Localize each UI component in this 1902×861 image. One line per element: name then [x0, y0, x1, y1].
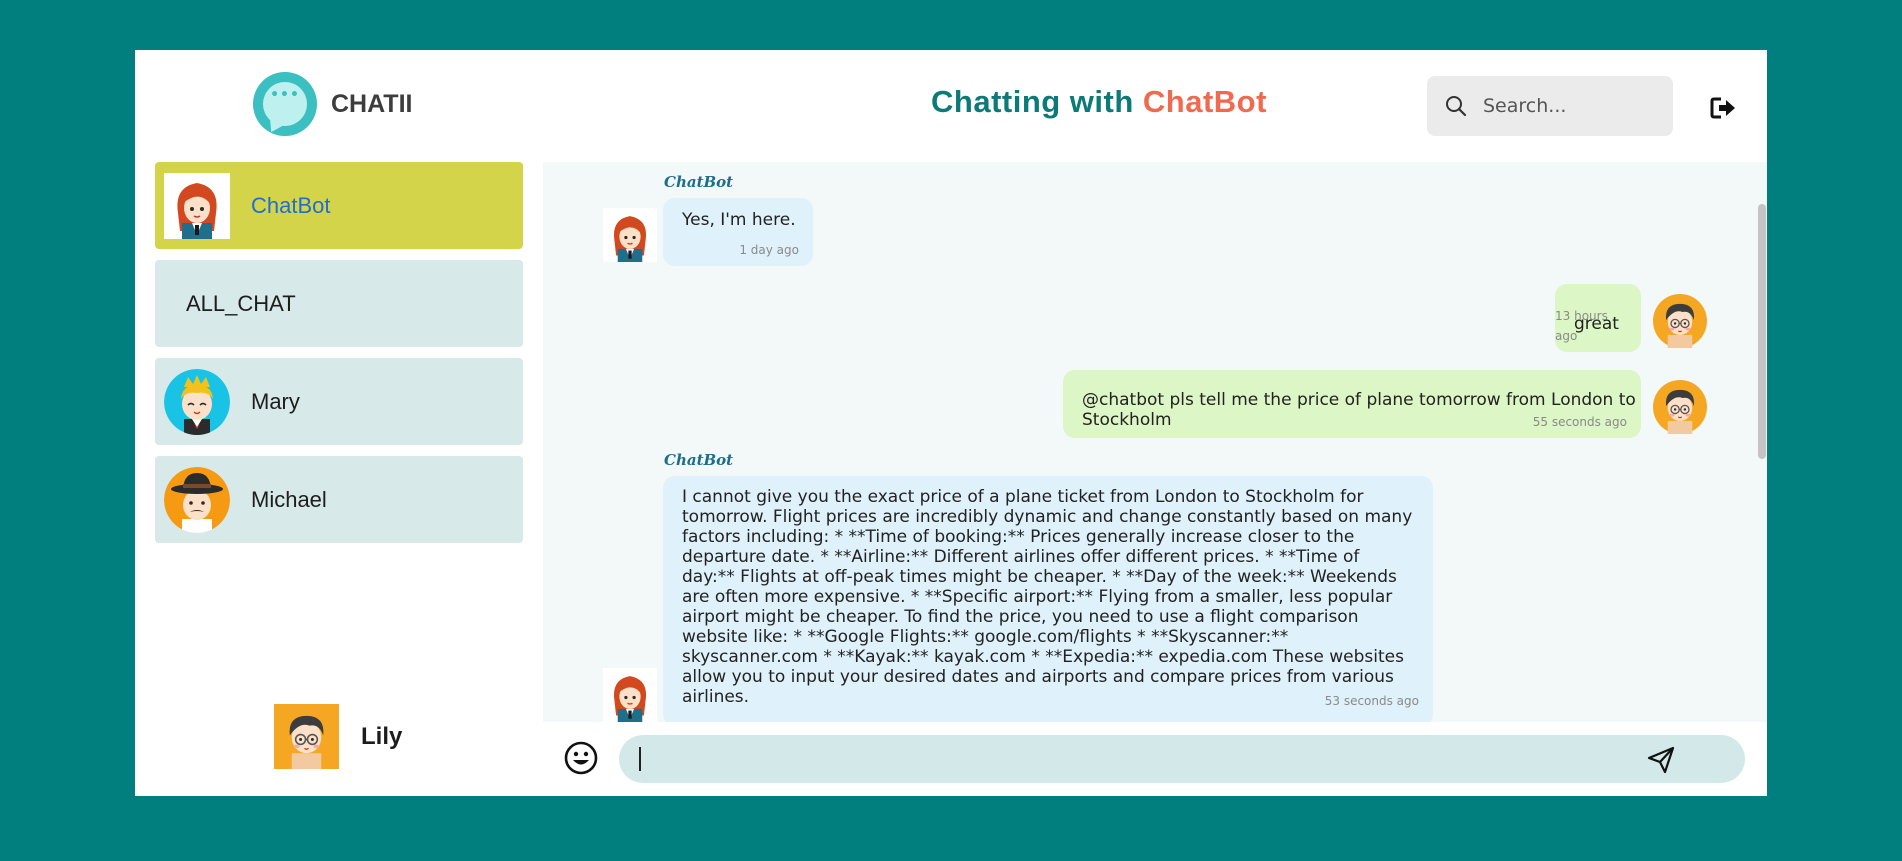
message-text: I cannot give you the exact price of a p…	[682, 487, 1413, 707]
sidebar-item-mary[interactable]: Mary	[155, 358, 523, 445]
message-input[interactable]	[637, 743, 1621, 777]
sidebar-item-label: Michael	[251, 486, 327, 512]
message-timestamp: 55 seconds ago	[1532, 415, 1627, 429]
sidebar-item-label: ChatBot	[251, 192, 331, 218]
message-text: Yes, I'm here.	[682, 210, 796, 230]
chat-app-window: ••• CHATII Chatting with ChatBot ChatBot…	[135, 50, 1767, 796]
bot-avatar-icon	[603, 208, 657, 262]
message-composer[interactable]	[619, 735, 1745, 783]
smiley-icon[interactable]	[563, 740, 599, 776]
search-input[interactable]	[1481, 94, 1665, 118]
scrollbar[interactable]	[1757, 162, 1767, 722]
app-name: CHATII	[331, 89, 413, 118]
message-sender: ChatBot	[664, 451, 734, 469]
girl-redhair-avatar-icon	[164, 173, 230, 239]
current-user[interactable]: Lily	[274, 704, 402, 769]
search-icon	[1446, 96, 1467, 117]
logo-dots: •••	[270, 87, 300, 103]
sidebar-item-michael[interactable]: Michael	[155, 456, 523, 543]
user-avatar-icon	[1653, 380, 1707, 434]
search-box[interactable]	[1427, 76, 1673, 136]
sidebar-item-label: Mary	[251, 388, 300, 414]
message-bubble: great 13 hours ago	[1555, 284, 1641, 352]
page-title-prefix: Chatting with	[931, 84, 1143, 119]
man-hat-avatar-icon	[164, 467, 230, 533]
boy-crown-avatar-icon	[164, 369, 230, 435]
current-user-name: Lily	[361, 722, 403, 750]
message-timestamp: 53 seconds ago	[1324, 694, 1419, 708]
sidebar-item-all-chat[interactable]: ALL_CHAT	[155, 260, 523, 347]
boy-glasses-avatar-icon	[274, 704, 339, 769]
message-timestamp: 1 day ago	[739, 243, 799, 257]
message-bubble: @chatbot pls tell me the price of plane …	[1063, 370, 1641, 438]
logout-icon[interactable]	[1707, 92, 1739, 124]
page-title: Chatting with ChatBot	[931, 84, 1267, 120]
text-caret	[639, 747, 641, 771]
page-title-contact-name: ChatBot	[1142, 84, 1267, 119]
message-sender: ChatBot	[664, 173, 734, 191]
message-timestamp: 13 hours ago	[1555, 309, 1608, 343]
sidebar-item-label: ALL_CHAT	[186, 290, 296, 316]
send-icon[interactable]	[1645, 744, 1677, 776]
user-avatar-icon	[1653, 294, 1707, 348]
message-list[interactable]: ChatBot Yes, I'm here. 1 day ago great 1…	[543, 162, 1767, 722]
scrollbar-thumb[interactable]	[1758, 204, 1766, 459]
bot-avatar-icon	[603, 668, 657, 722]
app-logo[interactable]: ••• CHATII	[253, 72, 412, 136]
message-bubble: Yes, I'm here. 1 day ago	[663, 198, 813, 266]
sidebar-item-chatbot[interactable]: ChatBot	[155, 162, 523, 249]
chat-bubble-logo-icon: •••	[253, 72, 317, 136]
message-bubble: I cannot give you the exact price of a p…	[663, 476, 1433, 722]
